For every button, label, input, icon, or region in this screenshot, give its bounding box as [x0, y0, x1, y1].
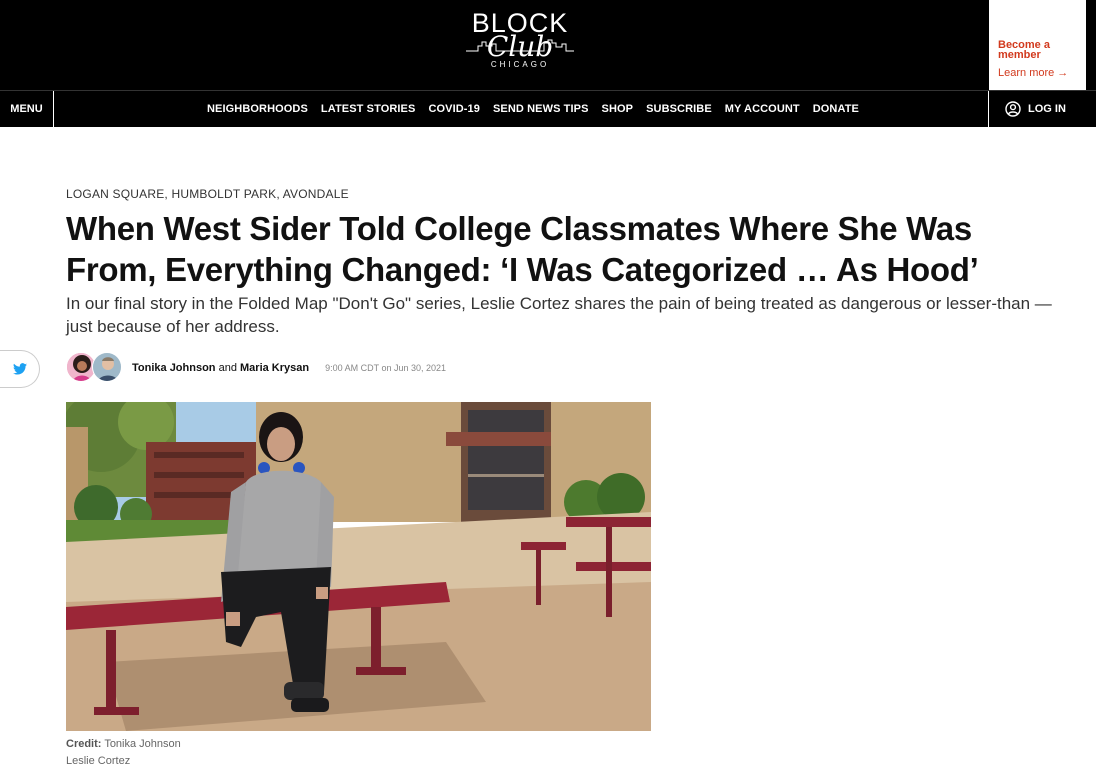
author-avatars [66, 352, 126, 384]
article-dek: In our final story in the Folded Map "Do… [66, 294, 1052, 336]
byline: Tonika Johnson and Maria Krysan 9:00 AM … [66, 352, 446, 384]
hero-photo [66, 402, 651, 731]
author-names: Tonika Johnson and Maria Krysan [132, 362, 309, 374]
site-header: BLOCK Club CHICAGO Become a member Learn… [0, 0, 1096, 90]
block-club-logo[interactable]: BLOCK Club CHICAGO [462, 8, 578, 80]
main-nav: MENU NEIGHBORHOODS LATEST STORIES COVID-… [0, 90, 1096, 127]
twitter-icon [12, 363, 27, 375]
nav-link-neighborhoods[interactable]: NEIGHBORHOODS [207, 103, 308, 115]
learn-more-link[interactable]: Learn more → [998, 66, 1086, 80]
article-kicker[interactable]: LOGAN SQUARE, HUMBOLDT PARK, AVONDALE [66, 187, 349, 201]
nav-link-send-news-tips[interactable]: SEND NEWS TIPS [493, 103, 589, 115]
nav-link-my-account[interactable]: MY ACCOUNT [725, 103, 800, 115]
photo-caption: Leslie Cortez [66, 755, 131, 767]
credit-label: Credit: [66, 738, 102, 750]
nav-link-shop[interactable]: SHOP [602, 103, 634, 115]
logo-city-text: CHICAGO [490, 60, 550, 69]
login-label: LOG IN [1028, 103, 1066, 115]
photo-credit: Credit: Tonika Johnson [66, 738, 181, 750]
skyline-icon [466, 39, 574, 52]
credit-name: Tonika Johnson [104, 738, 181, 750]
avatar[interactable] [92, 352, 122, 382]
hero-image [66, 402, 651, 731]
nav-link-latest-stories[interactable]: LATEST STORIES [321, 103, 416, 115]
login-button[interactable]: LOG IN [988, 91, 1096, 127]
nav-link-donate[interactable]: DONATE [813, 103, 859, 115]
twitter-share-button[interactable] [0, 350, 40, 388]
author-link-1[interactable]: Tonika Johnson [132, 362, 216, 374]
nav-link-covid-19[interactable]: COVID-19 [428, 103, 480, 115]
author-link-2[interactable]: Maria Krysan [240, 362, 309, 374]
user-icon [1005, 101, 1021, 117]
membership-promo[interactable]: Become a member Learn more → [989, 0, 1086, 90]
nav-link-subscribe[interactable]: SUBSCRIBE [646, 103, 712, 115]
nav-links: NEIGHBORHOODS LATEST STORIES COVID-19 SE… [200, 91, 865, 127]
avatar-photo-icon [93, 353, 121, 381]
menu-button[interactable]: MENU [0, 91, 54, 127]
publish-date: 9:00 AM CDT on Jun 30, 2021 [325, 363, 447, 373]
author-joiner: and [218, 362, 237, 374]
become-member-label[interactable]: Become a member [998, 40, 1068, 61]
article-headline: When West Sider Told College Classmates … [66, 210, 979, 288]
